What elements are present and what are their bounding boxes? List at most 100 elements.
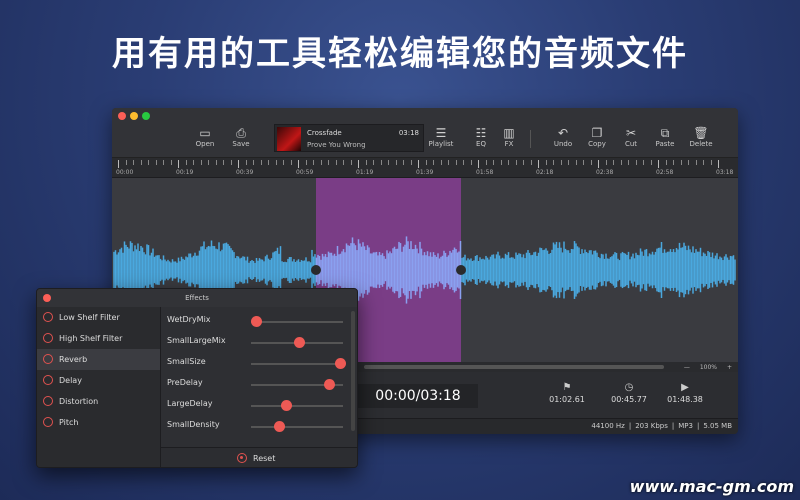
ruler-tick xyxy=(455,160,457,165)
effect-toggle-icon[interactable] xyxy=(43,312,53,322)
param-label: PreDelay xyxy=(167,378,203,387)
selection-start-handle[interactable] xyxy=(311,265,321,275)
cut-button[interactable]: ✂ Cut xyxy=(614,126,648,148)
fx-button[interactable]: ▥ FX xyxy=(492,126,526,148)
effect-toggle-icon[interactable] xyxy=(43,396,53,406)
param-row: SmallDensity xyxy=(167,416,343,437)
effect-item[interactable]: Delay xyxy=(37,370,160,391)
param-slider-track[interactable] xyxy=(251,405,343,407)
status-separator: | xyxy=(671,422,675,430)
track-duration: 03:18 xyxy=(398,129,419,137)
ruler-tick xyxy=(335,160,337,165)
param-slider-track[interactable] xyxy=(251,363,343,365)
effect-item[interactable]: Low Shelf Filter xyxy=(37,307,160,328)
ruler-tick xyxy=(470,160,472,165)
ruler-tick xyxy=(463,160,464,165)
selection-end-handle[interactable] xyxy=(456,265,466,275)
param-slider-knob[interactable] xyxy=(293,337,305,348)
window-controls xyxy=(118,112,150,120)
zoom-window-button[interactable] xyxy=(142,112,150,120)
ruler-label: 02:18 xyxy=(536,169,554,176)
time-ruler[interactable]: 00:00 00:19 00:39 00:59 01:19 01:39 01:58 02:18… xyxy=(112,158,738,178)
paste-button[interactable]: ⧉ Paste xyxy=(648,126,682,148)
selection-end[interactable]: ▶ 01:48.38 xyxy=(660,382,710,404)
effect-item[interactable]: High Shelf Filter xyxy=(37,328,160,349)
ruler-tick xyxy=(245,160,247,165)
open-button[interactable]: ▭ Open xyxy=(188,126,222,148)
param-label: WetDryMix xyxy=(167,315,211,324)
ruler-tick xyxy=(410,160,412,165)
effect-toggle-icon[interactable] xyxy=(43,375,53,385)
now-playing[interactable]: Crossfade Prove You Wrong 03:18 xyxy=(274,124,424,152)
toolbar-separator xyxy=(530,130,531,148)
zoom-in-button[interactable]: + xyxy=(727,364,732,371)
param-slider-knob[interactable] xyxy=(273,421,285,432)
ruler-tick xyxy=(170,160,172,165)
ruler-tick xyxy=(118,160,119,168)
save-button[interactable]: ⎙ Save xyxy=(224,126,258,148)
param-slider-knob[interactable] xyxy=(335,358,347,369)
track-artist: Prove You Wrong xyxy=(307,141,366,149)
ruler-tick xyxy=(433,160,434,165)
ruler-tick xyxy=(208,160,209,165)
ruler-label: 00:00 xyxy=(116,169,134,176)
reset-icon xyxy=(237,453,247,463)
ruler-tick xyxy=(688,160,689,165)
playlist-button[interactable]: ☰ Playlist xyxy=(424,126,458,148)
effect-item[interactable]: Distortion xyxy=(37,391,160,412)
ruler-tick xyxy=(230,160,232,165)
param-slider-track[interactable] xyxy=(251,321,343,323)
effect-label: Low Shelf Filter xyxy=(59,313,120,322)
selection-start[interactable]: ⚑ 01:02.61 xyxy=(542,382,592,404)
file-size: 5.05 MB xyxy=(703,422,732,430)
ruler-tick xyxy=(305,160,307,165)
ruler-tick xyxy=(395,160,397,165)
param-row: SmallLargeMix xyxy=(167,332,343,353)
ruler-tick xyxy=(178,160,179,168)
ruler-tick xyxy=(643,160,644,165)
track-name: Crossfade xyxy=(307,129,342,137)
reset-button[interactable]: Reset xyxy=(237,453,275,463)
timer-icon: ◷ xyxy=(624,382,634,393)
ruler-tick xyxy=(508,160,509,165)
effect-toggle-icon[interactable] xyxy=(43,417,53,427)
effect-item[interactable]: Reverb xyxy=(37,349,160,370)
params-scrollbar[interactable] xyxy=(351,311,355,431)
ruler-tick xyxy=(223,160,224,165)
effects-list: Low Shelf Filter High Shelf Filter Reverb D… xyxy=(37,307,161,467)
ruler-tick xyxy=(478,160,479,168)
ruler-tick xyxy=(290,160,292,165)
ruler-tick xyxy=(583,160,584,165)
ruler-tick xyxy=(215,160,217,165)
zoom-out-button[interactable]: — xyxy=(684,364,690,371)
effect-toggle-icon[interactable] xyxy=(43,354,53,364)
scissors-icon: ✂ xyxy=(625,126,637,140)
close-effects-button[interactable] xyxy=(43,294,51,302)
minimize-window-button[interactable] xyxy=(130,112,138,120)
param-slider-track[interactable] xyxy=(251,426,343,428)
scroll-thumb[interactable] xyxy=(364,365,664,369)
ruler-label: 01:19 xyxy=(356,169,374,176)
undo-button[interactable]: ↶ Undo xyxy=(546,126,580,148)
ruler-tick xyxy=(613,160,614,165)
ruler-tick xyxy=(605,160,607,165)
delete-button[interactable]: 🗑 Delete xyxy=(684,126,718,148)
copy-button[interactable]: ❐ Copy xyxy=(580,126,614,148)
param-slider-knob[interactable] xyxy=(280,400,292,411)
param-slider-knob[interactable] xyxy=(250,316,262,327)
ruler-tick xyxy=(200,160,202,165)
close-window-button[interactable] xyxy=(118,112,126,120)
ruler-tick xyxy=(553,160,554,165)
effect-label: Reverb xyxy=(59,355,88,364)
ruler-tick xyxy=(268,160,269,165)
param-label: LargeDelay xyxy=(167,399,213,408)
param-slider-knob[interactable] xyxy=(324,379,336,390)
ruler-tick xyxy=(538,160,539,168)
effect-toggle-icon[interactable] xyxy=(43,333,53,343)
selection-length[interactable]: ◷ 00:45.77 xyxy=(604,382,654,404)
effect-item[interactable]: Pitch xyxy=(37,412,160,433)
param-row: SmallSize xyxy=(167,353,347,374)
ruler-tick xyxy=(358,160,359,168)
ruler-tick xyxy=(133,160,134,165)
ruler-tick xyxy=(530,160,532,165)
